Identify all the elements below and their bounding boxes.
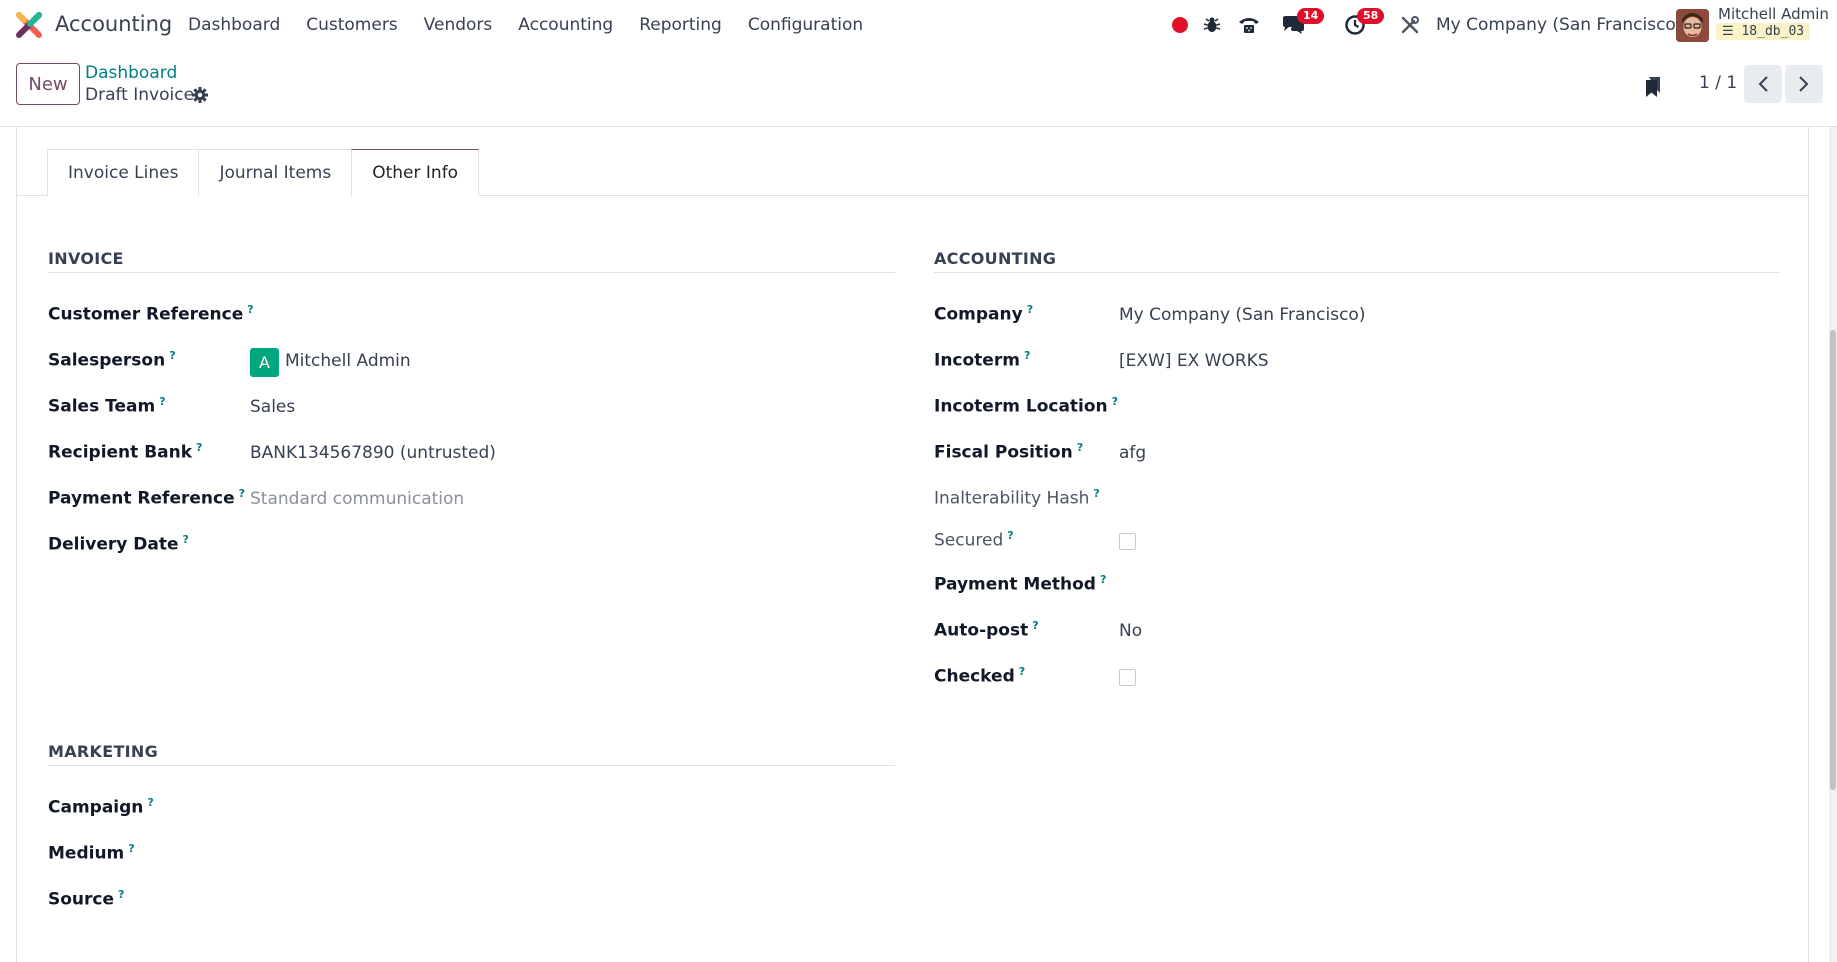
- help-icon[interactable]: ?: [118, 888, 124, 901]
- tab-journal-items[interactable]: Journal Items: [198, 149, 353, 196]
- app-title[interactable]: Accounting: [55, 12, 172, 36]
- help-icon[interactable]: ?: [128, 842, 134, 855]
- scrollbar-thumb[interactable]: [1830, 330, 1836, 790]
- recording-indicator[interactable]: [1170, 8, 1190, 42]
- database-icon: ☰: [1722, 24, 1734, 39]
- main-menu: Dashboard Customers Vendors Accounting R…: [188, 15, 889, 35]
- help-icon[interactable]: ?: [1019, 665, 1025, 678]
- invoice-section-divider: [48, 272, 895, 273]
- help-icon[interactable]: ?: [1093, 487, 1099, 500]
- database-tag: ☰ 18_db_03: [1716, 23, 1811, 40]
- incoterm-value[interactable]: [EXW] EX WORKS: [1119, 351, 1269, 371]
- accounting-section-title: ACCOUNTING: [934, 249, 1057, 268]
- phone-button[interactable]: [1236, 8, 1262, 42]
- company-value[interactable]: My Company (San Francisco): [1119, 305, 1365, 325]
- pager-next-button[interactable]: [1785, 65, 1823, 103]
- marketing-section-title: MARKETING: [48, 742, 159, 761]
- checked-label: Checked?: [934, 665, 1026, 687]
- inalterability-hash-label: Inalterability Hash?: [934, 487, 1100, 509]
- record-dot-icon: [1172, 17, 1188, 33]
- salesperson-value[interactable]: Mitchell Admin: [285, 351, 411, 371]
- chevron-right-icon: [1799, 76, 1809, 92]
- user-name[interactable]: Mitchell Admin: [1718, 5, 1829, 23]
- medium-label: Medium?: [48, 842, 135, 864]
- help-icon[interactable]: ?: [1024, 349, 1030, 362]
- help-icon[interactable]: ?: [1100, 573, 1106, 586]
- debug-button[interactable]: [1201, 8, 1223, 42]
- customer-reference-label: Customer Reference?: [48, 303, 254, 325]
- user-avatar-icon: [1676, 9, 1709, 42]
- top-navbar: Accounting Dashboard Customers Vendors A…: [0, 0, 1837, 50]
- sales-team-label: Sales Team?: [48, 395, 166, 417]
- new-button[interactable]: New: [16, 63, 80, 105]
- pager-value[interactable]: 1 / 1: [1699, 73, 1737, 93]
- app-logo-icon[interactable]: [16, 12, 42, 38]
- help-icon[interactable]: ?: [1112, 395, 1118, 408]
- checked-checkbox[interactable]: [1119, 669, 1136, 686]
- recipient-bank-value[interactable]: BANK134567890 (untrusted): [250, 443, 496, 463]
- secured-label: Secured?: [934, 529, 1014, 551]
- activity-button[interactable]: 58: [1337, 8, 1387, 42]
- payment-reference-input[interactable]: Standard communication: [250, 489, 464, 509]
- form-sheet: Invoice Lines Journal Items Other Info I…: [16, 127, 1809, 962]
- autopost-label: Auto-post?: [934, 619, 1039, 641]
- secured-checkbox[interactable]: [1119, 533, 1136, 550]
- help-icon[interactable]: ?: [1077, 441, 1083, 454]
- help-icon[interactable]: ?: [183, 533, 189, 546]
- phone-icon: [1239, 18, 1259, 33]
- breadcrumb-dashboard[interactable]: Dashboard: [85, 63, 177, 83]
- payment-method-label: Payment Method?: [934, 573, 1107, 595]
- delivery-date-label: Delivery Date?: [48, 533, 189, 555]
- company-label: Company?: [934, 303, 1034, 325]
- bookmark-icon[interactable]: [1645, 76, 1661, 98]
- pager-previous-button[interactable]: [1744, 65, 1782, 103]
- user-avatar[interactable]: [1676, 9, 1709, 42]
- tools-icon: [1401, 16, 1419, 34]
- autopost-value[interactable]: No: [1119, 621, 1142, 641]
- fiscal-position-value[interactable]: afg: [1119, 443, 1146, 463]
- marketing-section-divider: [48, 765, 895, 766]
- gear-icon[interactable]: [191, 86, 209, 104]
- company-switcher[interactable]: My Company (San Francisco): [1436, 15, 1682, 35]
- menu-accounting[interactable]: Accounting: [518, 15, 613, 35]
- recipient-bank-label: Recipient Bank?: [48, 441, 203, 463]
- accounting-section-divider: [934, 272, 1780, 273]
- menu-dashboard[interactable]: Dashboard: [188, 15, 280, 35]
- source-label: Source?: [48, 888, 125, 910]
- breadcrumb-current: Draft Invoice: [85, 85, 195, 105]
- incoterm-label: Incoterm?: [934, 349, 1031, 371]
- help-icon[interactable]: ?: [159, 395, 165, 408]
- menu-customers[interactable]: Customers: [306, 15, 397, 35]
- help-icon[interactable]: ?: [247, 303, 253, 316]
- messaging-button[interactable]: 14: [1275, 8, 1325, 42]
- chat-badge: 14: [1297, 8, 1325, 24]
- chevron-left-icon: [1758, 76, 1768, 92]
- tab-other-info[interactable]: Other Info: [351, 149, 480, 196]
- bug-icon: [1203, 17, 1221, 32]
- salesperson-label: Salesperson?: [48, 349, 176, 371]
- sales-team-value[interactable]: Sales: [250, 397, 295, 417]
- help-icon[interactable]: ?: [239, 487, 245, 500]
- campaign-label: Campaign?: [48, 796, 154, 818]
- menu-configuration[interactable]: Configuration: [748, 15, 863, 35]
- help-icon[interactable]: ?: [1032, 619, 1038, 632]
- payment-reference-label: Payment Reference?: [48, 487, 245, 509]
- salesperson-avatar[interactable]: A: [250, 348, 279, 377]
- database-name: 18_db_03: [1741, 24, 1805, 39]
- menu-reporting[interactable]: Reporting: [639, 15, 722, 35]
- control-panel: New Dashboard Draft Invoice 1 / 1: [0, 50, 1837, 127]
- help-icon[interactable]: ?: [196, 441, 202, 454]
- invoice-section-title: INVOICE: [48, 249, 124, 268]
- help-icon[interactable]: ?: [1007, 529, 1013, 542]
- help-icon[interactable]: ?: [169, 349, 175, 362]
- menu-vendors[interactable]: Vendors: [424, 15, 493, 35]
- incoterm-location-label: Incoterm Location?: [934, 395, 1119, 417]
- activity-badge: 58: [1357, 8, 1385, 24]
- notebook-tabs: Invoice Lines Journal Items Other Info: [47, 149, 480, 196]
- help-icon[interactable]: ?: [147, 796, 153, 809]
- fiscal-position-label: Fiscal Position?: [934, 441, 1084, 463]
- settings-tools-button[interactable]: [1399, 8, 1421, 42]
- tab-invoice-lines[interactable]: Invoice Lines: [47, 149, 200, 196]
- help-icon[interactable]: ?: [1027, 303, 1033, 316]
